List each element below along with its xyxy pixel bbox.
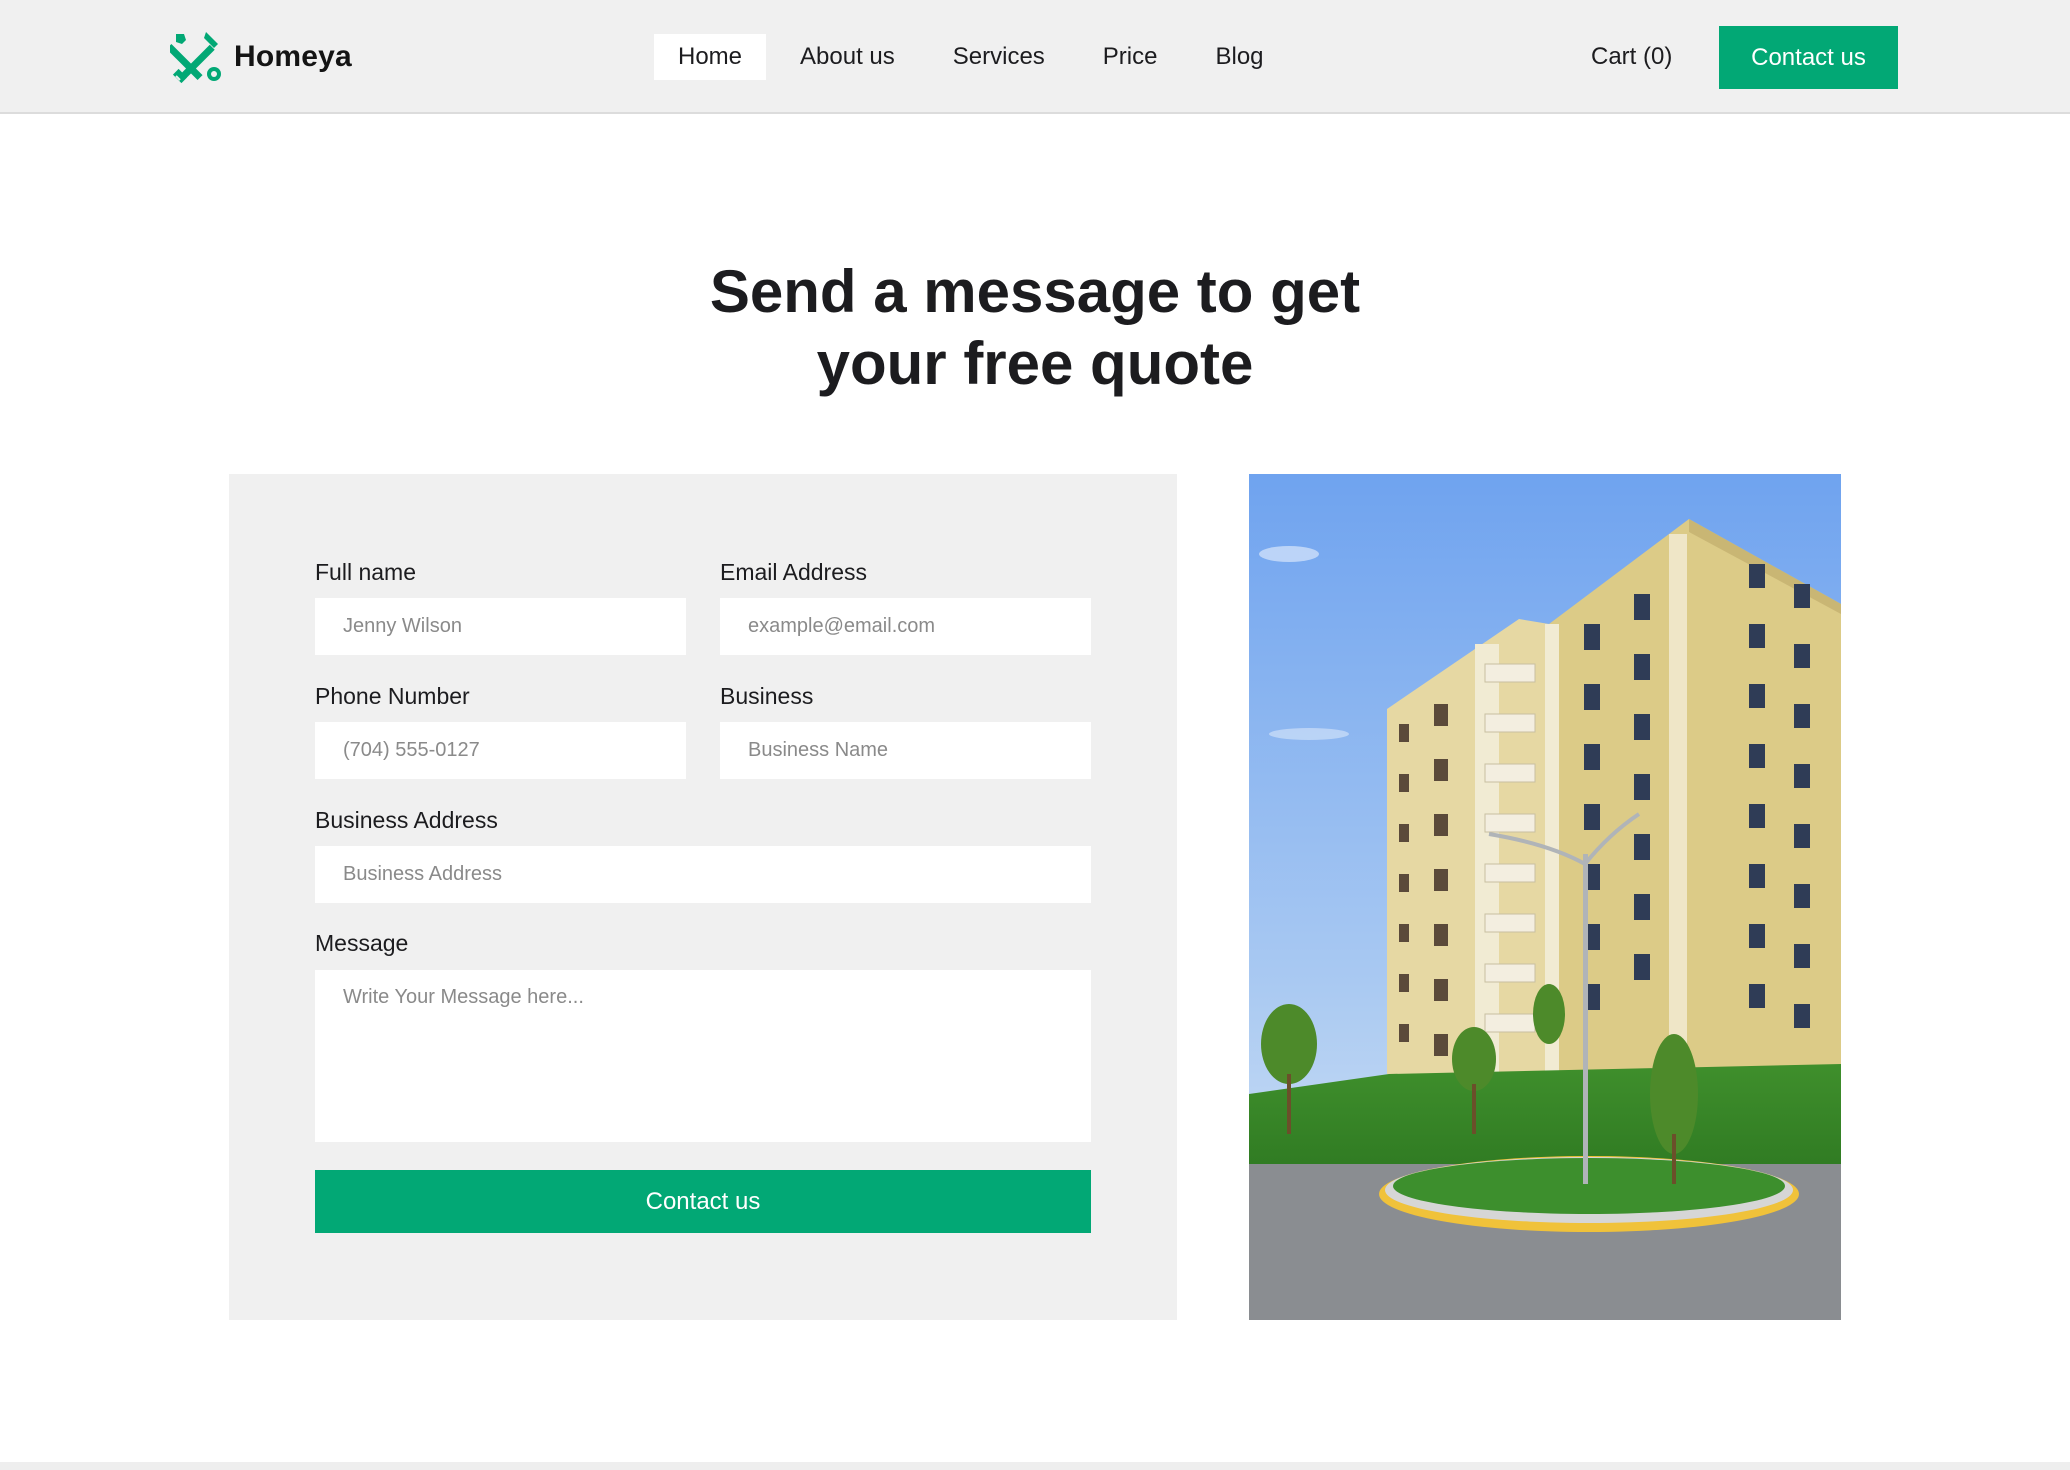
hammer-wrench-icon (170, 30, 224, 84)
business-label: Business (720, 683, 814, 709)
quote-form: Full name Email Address Phone Number Bus… (229, 474, 1177, 1320)
phone-label: Phone Number (315, 683, 470, 709)
business-address-label: Business Address (315, 807, 498, 833)
footer-divider (0, 1462, 2070, 1470)
message-label: Message (315, 930, 409, 956)
submit-contact-button[interactable]: Contact us (315, 1170, 1091, 1233)
phone-input[interactable] (315, 722, 686, 779)
logo[interactable]: Homeya (170, 30, 352, 84)
email-input[interactable] (720, 598, 1091, 655)
nav-item-services[interactable]: Services (929, 34, 1069, 80)
message-textarea[interactable] (315, 970, 1091, 1142)
full-name-label: Full name (315, 559, 416, 585)
site-header: Homeya Home About us Services Price Blog… (0, 0, 2070, 114)
header-contact-button[interactable]: Contact us (1719, 26, 1898, 89)
business-input[interactable] (720, 722, 1091, 779)
cart-link[interactable]: Cart (0) (1591, 34, 1672, 80)
email-label: Email Address (720, 559, 868, 585)
nav-item-about-us[interactable]: About us (776, 34, 919, 80)
nav-item-blog[interactable]: Blog (1191, 34, 1287, 80)
brand-name: Homeya (234, 40, 352, 73)
nav-item-price[interactable]: Price (1079, 34, 1182, 80)
nav-item-home[interactable]: Home (654, 34, 767, 80)
page-title-line-1: Send a message to get (709, 258, 1361, 325)
full-name-input[interactable] (315, 598, 686, 655)
main-nav: Home About us Services Price Blog (654, 34, 1288, 80)
business-address-input[interactable] (315, 846, 1091, 903)
building-photo (1249, 474, 1841, 1320)
page-title: Send a message to get your free quote (535, 256, 1535, 400)
page-title-line-2: your free quote (816, 330, 1254, 397)
